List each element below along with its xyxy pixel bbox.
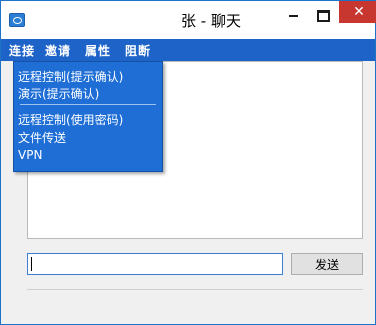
- message-input[interactable]: [27, 253, 283, 275]
- send-button[interactable]: 发送: [291, 253, 363, 275]
- maximize-icon: [316, 10, 330, 22]
- chat-window: 张 - 聊天 ✕ 连接 邀请 属性 阻断 发送 远程控制(提示确认) 演示(提示…: [0, 0, 376, 325]
- connect-dropdown-menu: 远程控制(提示确认) 演示(提示确认) 远程控制(使用密码) 文件传送 VPN: [13, 61, 163, 172]
- dropdown-separator: [20, 104, 156, 105]
- close-button[interactable]: ✕: [339, 1, 376, 23]
- menu-bar: 连接 邀请 属性 阻断: [1, 39, 375, 61]
- app-icon: [9, 13, 25, 27]
- dropdown-item-remote-control-confirm[interactable]: 远程控制(提示确认): [18, 68, 123, 85]
- dropdown-item-vpn[interactable]: VPN: [18, 148, 42, 162]
- title-bar[interactable]: 张 - 聊天 ✕: [1, 1, 376, 39]
- dropdown-item-remote-control-password[interactable]: 远程控制(使用密码): [18, 111, 123, 128]
- menu-properties[interactable]: 属性: [85, 42, 111, 59]
- minimize-icon: [288, 15, 298, 17]
- maximize-button[interactable]: [309, 5, 337, 27]
- status-divider: [27, 289, 363, 290]
- dropdown-item-file-transfer[interactable]: 文件传送: [18, 129, 66, 146]
- minimize-button[interactable]: [279, 5, 307, 27]
- window-title: 张 - 聊天: [181, 12, 241, 30]
- close-icon: ✕: [353, 4, 365, 20]
- text-caret: [31, 257, 32, 271]
- menu-connect[interactable]: 连接: [9, 42, 35, 59]
- menu-invite[interactable]: 邀请: [45, 42, 71, 59]
- dropdown-item-demo-confirm[interactable]: 演示(提示确认): [18, 85, 99, 102]
- menu-block[interactable]: 阻断: [125, 42, 151, 59]
